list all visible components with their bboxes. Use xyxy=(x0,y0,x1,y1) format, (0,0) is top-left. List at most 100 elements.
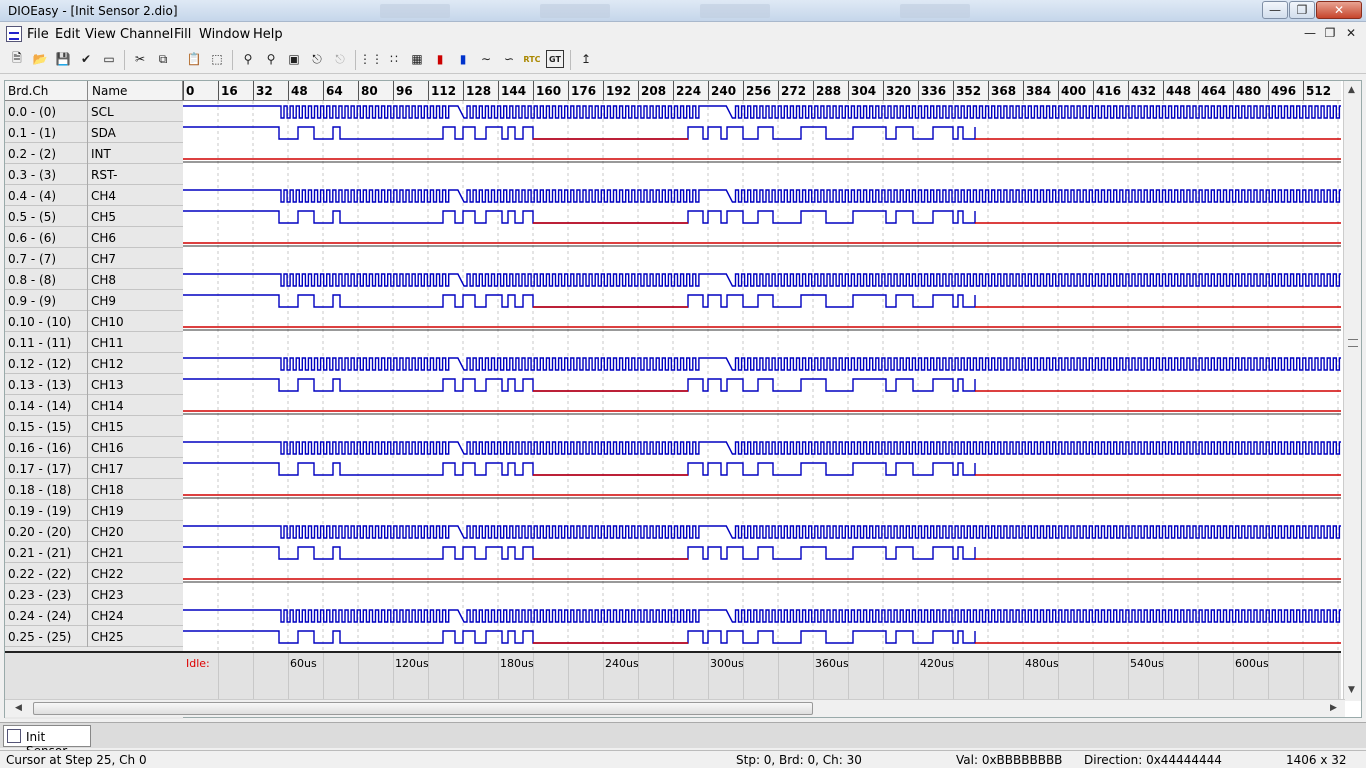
waveform-scl[interactable] xyxy=(183,441,1341,455)
background-blur xyxy=(540,4,610,18)
scroll-grip-icon[interactable] xyxy=(1348,339,1358,347)
zoom-fit-icon[interactable]: ▣ xyxy=(285,50,303,68)
channel-row[interactable]: 0.12 - (12) CH12 xyxy=(5,353,183,374)
scroll-left-icon[interactable]: ◀ xyxy=(15,703,22,713)
channel-row[interactable]: 0.8 - (8) CH8 xyxy=(5,269,183,290)
close-button[interactable]: ✕ xyxy=(1316,1,1362,19)
cut-icon[interactable]: ✂ xyxy=(131,50,149,68)
horizontal-scroll-thumb[interactable] xyxy=(33,702,813,715)
vertical-scrollbar[interactable]: ▲ ▼ xyxy=(1343,81,1361,701)
copy-icon[interactable]: ⧉ xyxy=(154,50,172,68)
waveform-scl[interactable] xyxy=(183,189,1341,203)
scroll-up-icon[interactable]: ▲ xyxy=(1348,85,1355,95)
zoom-icon[interactable]: ⚲ xyxy=(239,50,257,68)
channel-row[interactable]: 0.3 - (3) RST- xyxy=(5,164,183,185)
channel-name: CH4 xyxy=(91,189,117,203)
new-file-icon[interactable]: 🗎 xyxy=(8,50,26,68)
header-brdch[interactable]: Brd.Ch xyxy=(5,81,88,101)
waveform-scl[interactable] xyxy=(183,525,1341,539)
line-toggle-icon[interactable]: ∽ xyxy=(500,50,518,68)
channel-row[interactable]: 0.4 - (4) CH4 xyxy=(5,185,183,206)
channel-row[interactable]: 0.7 - (7) CH7 xyxy=(5,248,183,269)
channel-row[interactable]: 0.2 - (2) INT xyxy=(5,143,183,164)
paste-icon[interactable]: 📋 xyxy=(185,50,203,68)
document-icon[interactable] xyxy=(6,26,22,42)
channel-row[interactable]: 0.5 - (5) CH5 xyxy=(5,206,183,227)
grid-icon[interactable]: ▦ xyxy=(408,50,426,68)
channel-row[interactable]: 0.1 - (1) SDA xyxy=(5,122,183,143)
channel-row[interactable]: 0.14 - (14) CH14 xyxy=(5,395,183,416)
document-tab[interactable]: Init Sensor ... xyxy=(3,725,91,758)
channel-name: SCL xyxy=(91,105,114,119)
channel-row[interactable]: 0.22 - (22) CH22 xyxy=(5,563,183,584)
channel-row[interactable]: 0.25 - (25) CH25 xyxy=(5,626,183,647)
channel-name: CH8 xyxy=(91,273,117,287)
channel-row[interactable]: 0.17 - (17) CH17 xyxy=(5,458,183,479)
save-icon[interactable]: 💾 xyxy=(54,50,72,68)
line-high-icon[interactable]: ∼ xyxy=(477,50,495,68)
channel-row[interactable]: 0.19 - (19) CH19 xyxy=(5,500,183,521)
channel-brdch: 0.5 - (5) xyxy=(8,210,57,224)
channel-row[interactable]: 0.6 - (6) CH6 xyxy=(5,227,183,248)
waveform-sda[interactable] xyxy=(183,126,976,140)
gt-icon[interactable]: GT xyxy=(546,50,564,68)
menu-window[interactable]: Window xyxy=(199,27,250,42)
scroll-right-icon[interactable]: ▶ xyxy=(1330,703,1337,713)
waveform-svg[interactable] xyxy=(183,101,1341,651)
waveform-scl[interactable] xyxy=(183,609,1341,623)
channel-row[interactable]: 0.18 - (18) CH18 xyxy=(5,479,183,500)
zoom-in-icon[interactable]: ⚲ xyxy=(262,50,280,68)
header-name[interactable]: Name xyxy=(88,81,183,101)
waveform-canvas[interactable] xyxy=(183,101,1341,651)
channel-row[interactable]: 0.24 - (24) CH24 xyxy=(5,605,183,626)
waveform-scl[interactable] xyxy=(183,273,1341,287)
fill-pattern-icon[interactable]: ∷ xyxy=(385,50,403,68)
open-file-icon[interactable]: 📂 xyxy=(31,50,49,68)
menu-fill[interactable]: Fill xyxy=(174,27,191,42)
scroll-down-icon[interactable]: ▼ xyxy=(1348,685,1355,695)
channel-row[interactable]: 0.23 - (23) CH23 xyxy=(5,584,183,605)
menu-file[interactable]: File xyxy=(27,27,49,42)
step-label: 400 xyxy=(1061,84,1087,98)
channel-row[interactable]: 0.15 - (15) CH15 xyxy=(5,416,183,437)
channel-row[interactable]: 0.0 - (0) SCL xyxy=(5,101,183,122)
mdi-minimize-icon[interactable]: — xyxy=(1302,26,1318,40)
properties-icon[interactable]: ✔ xyxy=(77,50,95,68)
menu-view[interactable]: View xyxy=(85,27,116,42)
channel-row[interactable]: 0.13 - (13) CH13 xyxy=(5,374,183,395)
channel-row[interactable]: 0.10 - (10) CH10 xyxy=(5,311,183,332)
clock-wave-disabled-icon[interactable]: ⎋ xyxy=(331,50,349,68)
mdi-close-icon[interactable]: ✕ xyxy=(1343,26,1359,40)
insert-marker-red-icon[interactable]: ▮ xyxy=(431,50,449,68)
channel-name: SDA xyxy=(91,126,116,140)
menu-channel[interactable]: Channel xyxy=(120,27,173,42)
menu-help[interactable]: Help xyxy=(253,27,283,42)
waveform-scl[interactable] xyxy=(183,105,1341,119)
rtc-icon[interactable]: RTC xyxy=(523,50,541,68)
channel-row[interactable]: 0.11 - (11) CH11 xyxy=(5,332,183,353)
waveform-sda[interactable] xyxy=(183,462,976,476)
channel-row[interactable]: 0.20 - (20) CH20 xyxy=(5,521,183,542)
minimize-button[interactable]: — xyxy=(1262,1,1288,19)
channel-row[interactable]: 0.16 - (16) CH16 xyxy=(5,437,183,458)
menu-edit[interactable]: Edit xyxy=(55,27,80,42)
waveform-sda[interactable] xyxy=(183,210,976,224)
maximize-button[interactable]: ❐ xyxy=(1289,1,1315,19)
waveform-sda[interactable] xyxy=(183,378,976,392)
select-rect-icon[interactable]: ▭ xyxy=(100,50,118,68)
channel-row[interactable]: 0.21 - (21) CH21 xyxy=(5,542,183,563)
horizontal-scrollbar[interactable]: ◀ ▶ xyxy=(5,699,1345,717)
help-cursor-icon[interactable]: ↥ xyxy=(577,50,595,68)
waveform-sda[interactable] xyxy=(183,546,976,560)
waveform-sda[interactable] xyxy=(183,630,976,644)
insert-marker-blue-icon[interactable]: ▮ xyxy=(454,50,472,68)
channel-row[interactable]: 0.9 - (9) CH9 xyxy=(5,290,183,311)
select-all-icon[interactable]: ⬚ xyxy=(208,50,226,68)
channel-brdch: 0.19 - (19) xyxy=(8,504,72,518)
mdi-restore-icon[interactable]: ❐ xyxy=(1322,26,1338,40)
clock-wave-icon[interactable]: ⎋ xyxy=(308,50,326,68)
fill-high-icon[interactable]: ⋮⋮ xyxy=(359,50,383,68)
waveform-scl[interactable] xyxy=(183,357,1341,371)
channel-brdch: 0.11 - (11) xyxy=(8,336,72,350)
waveform-sda[interactable] xyxy=(183,294,976,308)
